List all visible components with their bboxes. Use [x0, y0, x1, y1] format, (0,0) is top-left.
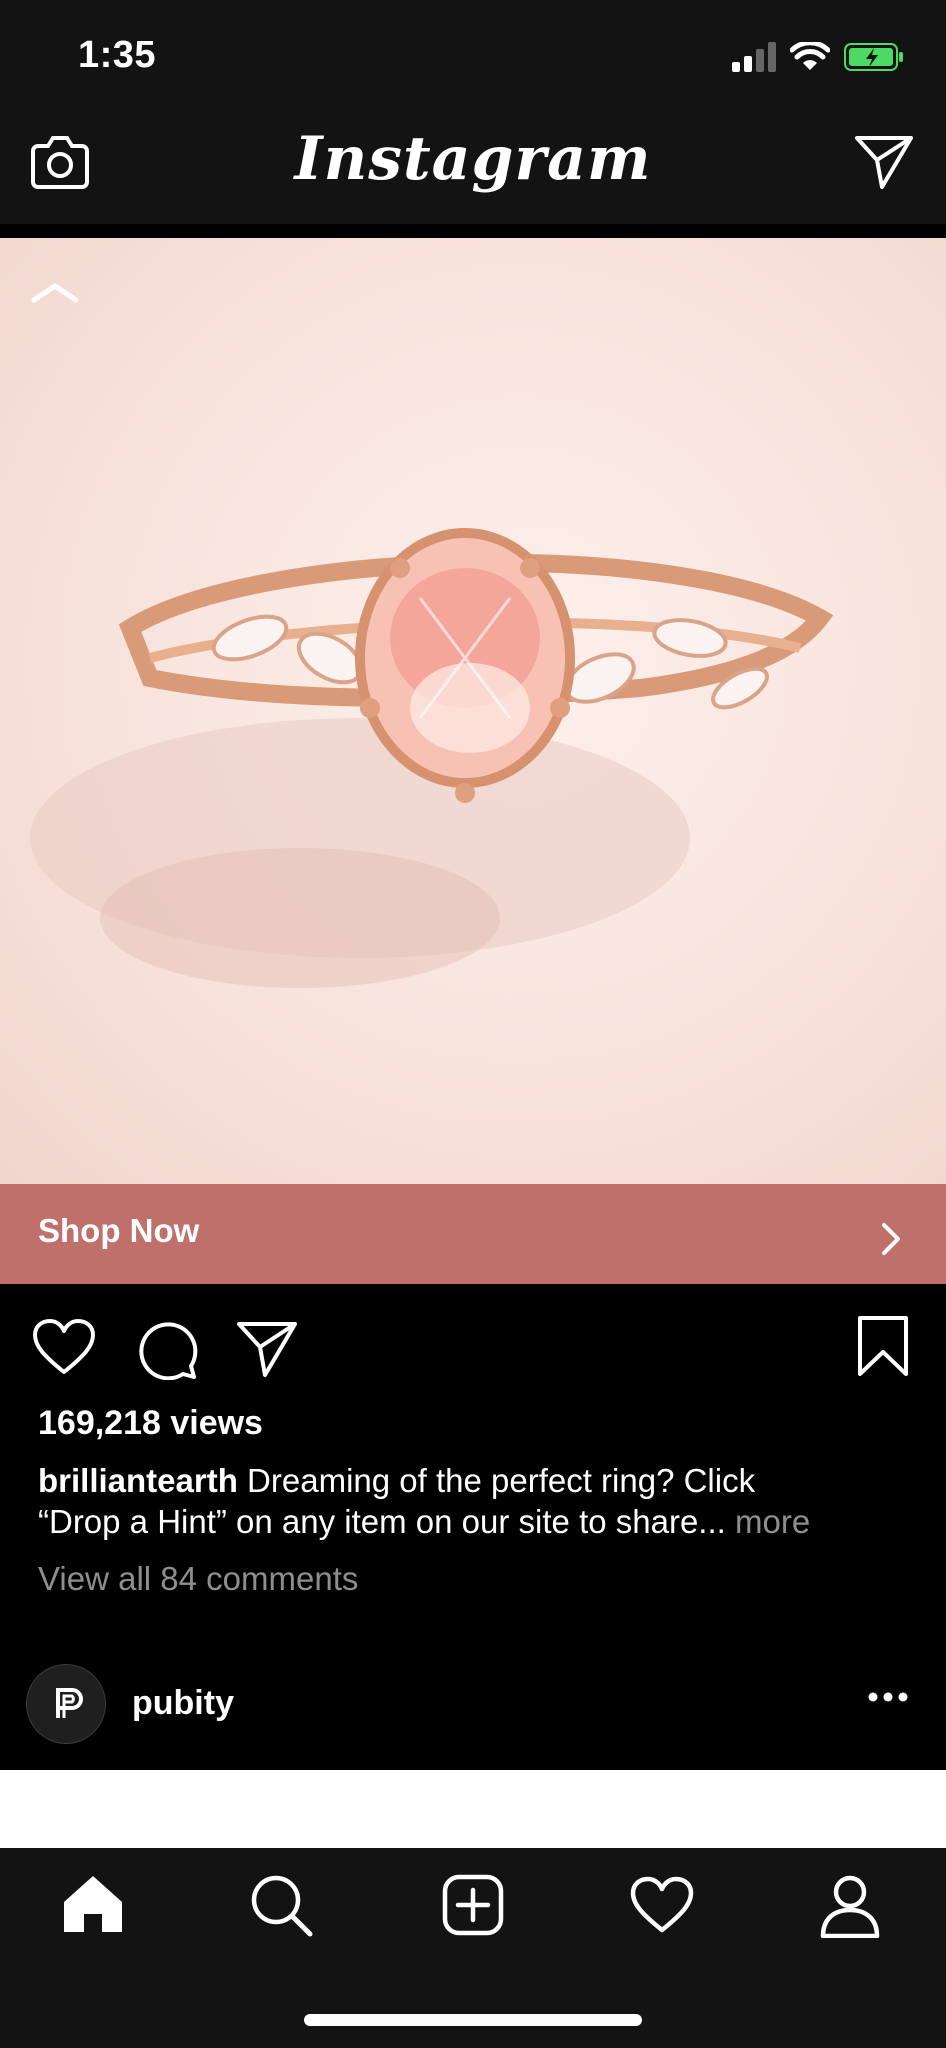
activity-heart-icon[interactable] — [630, 1876, 694, 1939]
caption-text-line1: Dreaming of the perfect ring? Click — [247, 1462, 756, 1499]
status-icons — [732, 40, 906, 77]
caption-more-link[interactable]: more — [735, 1503, 810, 1540]
view-comments-link[interactable]: View all 84 comments — [38, 1560, 358, 1598]
view-count: 169,218 views — [38, 1404, 263, 1442]
home-icon[interactable] — [62, 1874, 124, 1939]
search-icon[interactable] — [250, 1874, 314, 1943]
pubity-logo-icon — [44, 1682, 88, 1727]
more-options-icon[interactable] — [868, 1690, 908, 1708]
comment-bubble-icon[interactable] — [136, 1318, 198, 1385]
caption-username[interactable]: brilliantearth — [38, 1462, 238, 1499]
app-logo: Instagram — [294, 124, 652, 194]
battery-charging-icon — [844, 42, 906, 77]
wifi-icon — [789, 40, 831, 77]
post-caption: brilliantearth Dreaming of the perfect r… — [38, 1460, 918, 1542]
profile-icon[interactable] — [820, 1874, 880, 1943]
avatar[interactable] — [26, 1664, 106, 1744]
save-bookmark-icon[interactable] — [856, 1314, 910, 1383]
post-media[interactable] — [0, 238, 946, 1184]
chevron-right-icon — [880, 1219, 904, 1264]
home-indicator — [304, 2014, 642, 2026]
share-direct-icon[interactable] — [236, 1320, 298, 1383]
next-post-media[interactable] — [0, 1770, 946, 1848]
next-post-username[interactable]: pubity — [132, 1684, 234, 1723]
status-time: 1:35 — [78, 34, 157, 76]
ring-photo — [30, 528, 834, 988]
cellular-signal-icon — [732, 42, 776, 77]
like-heart-icon[interactable] — [32, 1318, 96, 1381]
caption-text-line2: “Drop a Hint” on any item on our site to… — [38, 1503, 726, 1540]
shop-now-label: Shop Now — [38, 1212, 200, 1249]
new-post-icon[interactable] — [442, 1874, 504, 1941]
direct-message-icon[interactable] — [854, 134, 914, 195]
nav-divider — [0, 224, 946, 238]
chevron-up-icon[interactable] — [30, 278, 80, 311]
post-actions — [0, 1290, 946, 1386]
